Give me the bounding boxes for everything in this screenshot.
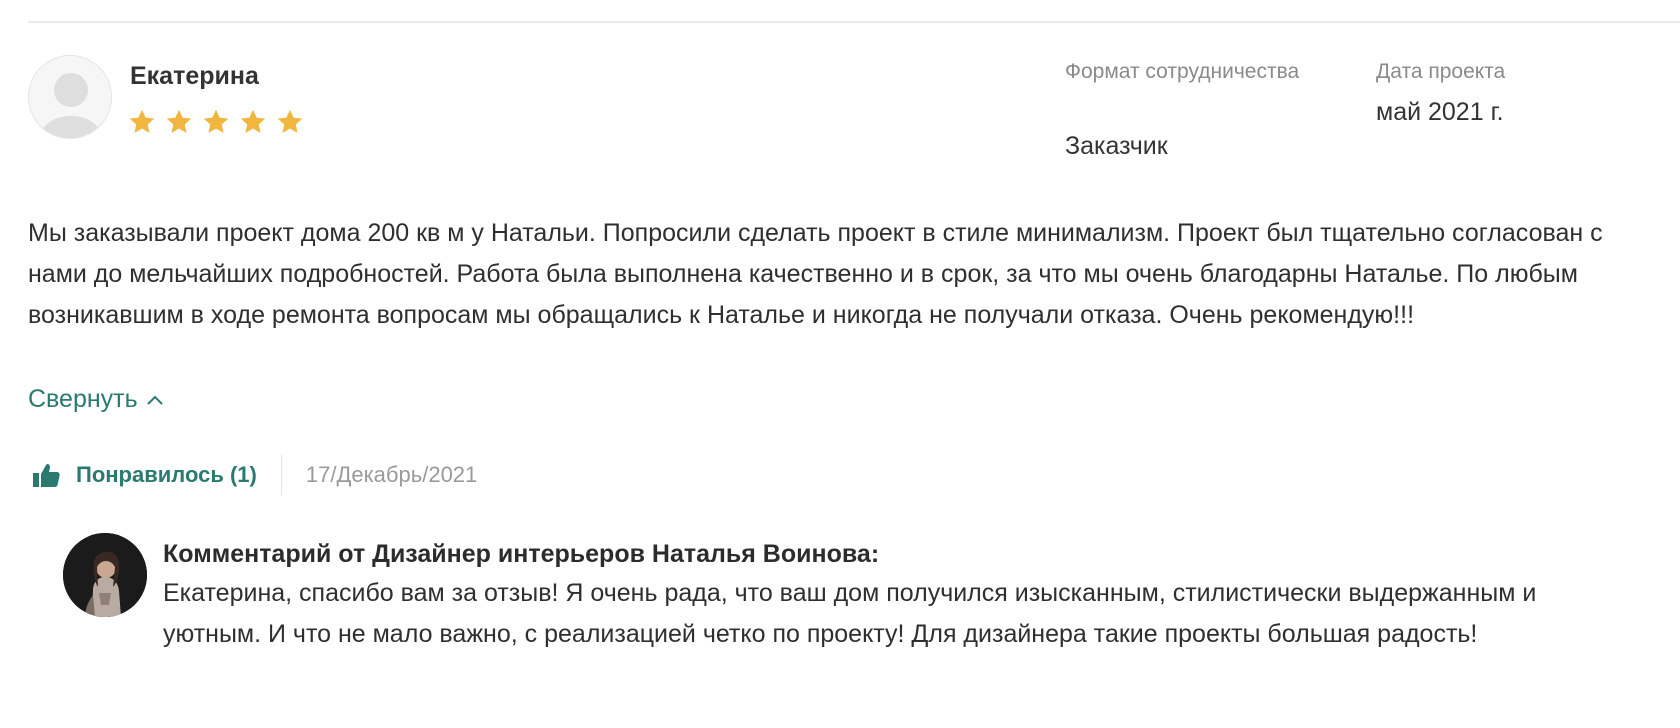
like-row: Понравилось (1) 17/Декабрь/2021 (32, 453, 477, 497)
like-divider (280, 455, 282, 495)
designer-photo (63, 533, 147, 617)
review-date: 17/Декабрь/2021 (305, 462, 478, 487)
comment-text: Екатерина, спасибо вам за отзыв! Я очень… (163, 579, 1537, 648)
format-value: Заказчик (1065, 132, 1168, 160)
collapse-label: Свернуть (28, 385, 138, 413)
comment-author: Комментарий от Дизайнер интерьеров Натал… (163, 540, 880, 568)
thumbs-up-icon (33, 463, 60, 487)
chevron-up-icon (146, 395, 163, 405)
collapse-link[interactable]: Свернуть (28, 385, 164, 414)
star-icon (277, 109, 303, 133)
star-icon (240, 109, 266, 133)
review-card: Екатерина Формат сотрудничества Заказчик… (0, 0, 1680, 728)
project-date-value: май 2021 г. (1376, 98, 1504, 126)
top-divider (28, 21, 1680, 23)
like-label: Понравилось (1) (76, 462, 257, 487)
reviewer-name: Екатерина (130, 62, 259, 90)
project-date-label: Дата проекта (1376, 60, 1506, 83)
format-label: Формат сотрудничества (1065, 60, 1300, 83)
rating-stars (128, 108, 304, 136)
designer-avatar (63, 533, 147, 617)
like-button[interactable]: Понравилось (1) (32, 462, 257, 488)
star-icon (129, 109, 155, 133)
user-silhouette-icon (29, 56, 111, 138)
star-icon (203, 109, 229, 133)
star-icon (166, 109, 192, 133)
reviewer-avatar (28, 55, 112, 139)
review-text: Мы заказывали проект дома 200 кв м у Нат… (28, 219, 1603, 329)
